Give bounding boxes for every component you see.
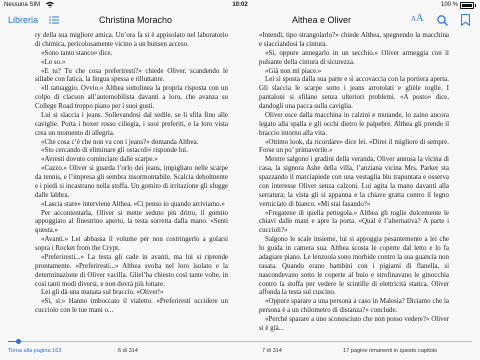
paragraph: «Avresti dovuto cominciare dalle scarpe.…	[41, 155, 158, 164]
pages-remaining: 17 pagine rimanenti in questo capitolo	[343, 348, 438, 354]
paragraph: Per accontentarla, Oliver si mette sedut…	[35, 208, 228, 235]
paragraph: «Sono tanto stanco» dice.	[41, 48, 113, 57]
paragraph: «Oppure sparare a una persona a caso in …	[259, 297, 449, 315]
clock: 10:02	[232, 2, 248, 8]
battery-icon	[460, 2, 476, 9]
battery-fill	[462, 4, 472, 7]
scrubber-track	[8, 341, 472, 342]
right-page-number: 7 di 314	[262, 348, 282, 354]
paragraph: «Intendi, tipo strangolarlo?» chiede Alt…	[259, 31, 449, 48]
scrubber-handle[interactable]	[16, 339, 22, 344]
library-button[interactable]: Libreria	[8, 15, 38, 25]
paragraph: «E tu? Tu che cosa preferiresti?» chiede…	[35, 66, 228, 84]
paragraph: «Lo so.»	[41, 57, 66, 66]
book-title: Althea e Oliver	[292, 15, 352, 25]
status-bar: Nessuna SIM 10:02 100 %	[0, 0, 480, 10]
back-to-page-link[interactable]: Torna alla pagina 163	[8, 348, 62, 354]
paragraph: «Già non mi piace.»	[265, 66, 322, 75]
battery-percent: 100 %	[440, 2, 458, 8]
font-large-glyph: A	[416, 13, 424, 24]
paragraph: «Lascia stare» interviene Althea. «Ci pe…	[41, 199, 225, 208]
paragraph: Lui si slaccia i jeans. Sollevandosi dal…	[35, 110, 228, 137]
left-page-number: 6 di 314	[118, 348, 138, 354]
paragraph: «Avanti.» Lei abbassa il volume per non …	[35, 235, 228, 252]
paragraph: «Ottimo look, da ricordare» dice lei. «D…	[259, 137, 449, 155]
paragraph: «Cazzo.» Oliver si guarda l’orlo dei jea…	[35, 164, 228, 199]
right-page: «Intendi, tipo strangolarlo?» chiede Alt…	[259, 31, 449, 334]
paragraph: «Fregatene di quella pettegola.» Althea …	[259, 208, 449, 235]
paragraph: «Che cosa c’è che non va con i jeans?» d…	[41, 137, 199, 146]
search-icon[interactable]	[437, 15, 448, 26]
paragraph: Salgono le scale insieme, lui si appoggi…	[259, 235, 449, 297]
paragraph: ry della sua migliore amica. Un’ora fa s…	[35, 31, 228, 48]
paragraph: «Il tatuaggio. Ovvio.» Althea sottolinea…	[35, 84, 228, 110]
paragraph: Mentre salgono i gradini della veranda, …	[259, 155, 449, 208]
paragraph: Lei gli dà una manata sul braccio. «Oliv…	[41, 288, 164, 297]
font-settings-icon[interactable]: AA	[411, 13, 423, 24]
reader-footer: Torna alla pagina 163 6 di 314 7 di 314 …	[0, 346, 480, 360]
paragraph: «Perché sparare a uno sconosciuto che no…	[259, 315, 449, 332]
paragraph: «Sì, oppure annegarlo in un secchio.» Ol…	[259, 48, 449, 66]
paragraph: «Sì, sì.» Hanno imboccato il vialetto. «…	[35, 297, 228, 315]
paragraph: Lei si sposta dalla sua parte e si accov…	[259, 75, 449, 110]
paragraph: «Sto cercando di eliminare gli ostacoli»…	[41, 146, 188, 155]
paragraph: «Preferiresti...» La testa gli cade in a…	[35, 252, 228, 288]
left-page: ry della sua migliore amica. Un’ora fa s…	[35, 31, 228, 334]
list-icon[interactable]	[49, 16, 59, 24]
paragraph: Oliver esce dalla macchina in calzini e …	[259, 110, 449, 137]
page-scrubber[interactable]	[8, 339, 472, 344]
reader-toolbar: Libreria Christina Moracho Althea e Oliv…	[0, 10, 480, 30]
author-name: Christina Moracho	[99, 15, 173, 25]
bookmark-icon[interactable]	[461, 14, 470, 26]
